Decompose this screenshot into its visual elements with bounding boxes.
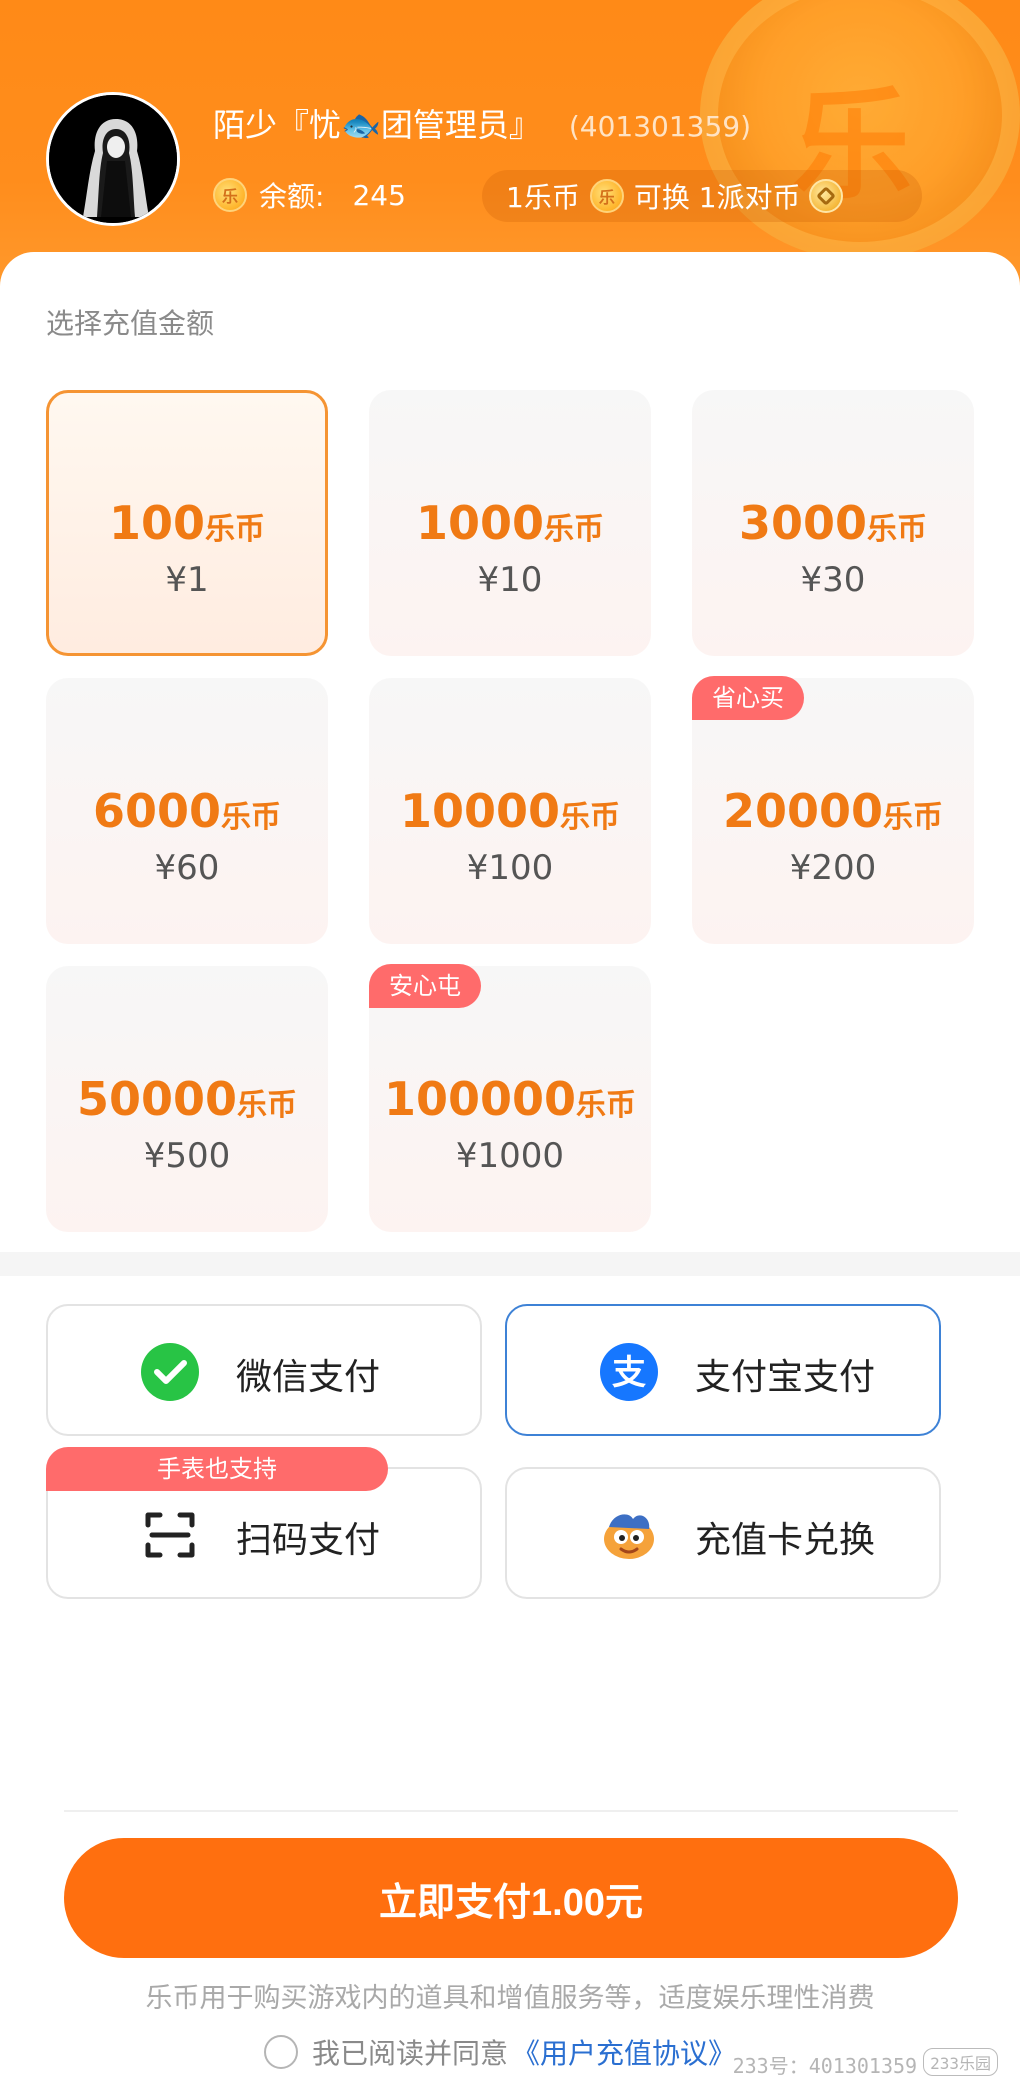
package-unit: 乐币 [576,1088,637,1123]
package-price: ¥30 [800,560,866,600]
pay-method-scan[interactable]: 手表也支持 扫码支付 [46,1447,482,1599]
package-coins: 50000 [76,1072,238,1126]
package-unit: 乐币 [560,800,621,835]
pay-method-label: 微信支付 [236,1357,381,1398]
package-option-1000[interactable]: 1000乐币 ¥10 [369,390,651,656]
package-coins: 6000 [92,784,222,838]
package-coins: 1000 [415,496,545,550]
agreement-row: 我已阅读并同意 《用户充值协议》 [264,2032,736,2072]
balance-value: 245 [352,178,406,212]
avatar[interactable] [46,92,180,226]
package-price: ¥1000 [455,1136,565,1176]
package-unit: 乐币 [237,1088,298,1123]
balance-row: 乐 余额: 245 [213,175,406,215]
package-tag: 安心屯 [369,964,481,1008]
user-recharge-agreement-link[interactable]: 《用户充值协议》 [512,2032,736,2072]
package-coins: 20000 [722,784,884,838]
package-coins: 100 [108,496,206,550]
user-id: (401301359) [568,110,752,143]
exchange-rate-pill: 1乐币 乐 可换 1派对币 [482,170,922,222]
pay-method-alipay[interactable]: 支 支付宝支付 [505,1304,941,1436]
package-unit: 乐币 [883,800,944,835]
wechat-pay-icon [141,1343,199,1401]
package-price: ¥200 [789,848,877,888]
package-tag: 省心买 [692,676,804,720]
rate-from: 1乐币 [506,181,580,214]
agree-text: 我已阅读并同意 [312,2037,509,2070]
pay-method-tag: 手表也支持 [46,1447,388,1491]
package-price: ¥1 [165,560,209,600]
package-option-3000[interactable]: 3000乐币 ¥30 [692,390,974,656]
package-option-100000[interactable]: 安心屯 100000乐币 ¥1000 [369,964,651,1232]
watermark-logo: 233乐园 [923,2048,998,2076]
user-name: 陌少『忧🐟团管理员』 (401301359) [213,100,751,146]
recharge-card-mascot-icon [604,1514,654,1559]
package-unit: 乐币 [221,800,282,835]
package-option-10000[interactable]: 10000乐币 ¥100 [369,678,651,944]
pay-method-label: 扫码支付 [236,1520,381,1561]
package-price: ¥100 [466,848,554,888]
disclaimer-text: 乐币用于购买游戏内的道具和增值服务等，适度娱乐理性消费 [145,1983,875,2014]
rate-text: 可换 1派对币 [633,181,801,214]
package-price: ¥500 [143,1136,231,1176]
package-price: ¥10 [477,560,543,600]
section-title: 选择充值金额 [46,307,215,340]
package-coins: 3000 [738,496,868,550]
package-coins: 100000 [383,1072,577,1126]
user-nickname: 陌少『忧🐟团管理员』 [213,106,541,144]
scan-icon [145,1512,195,1558]
package-option-50000[interactable]: 50000乐币 ¥500 [46,966,328,1232]
package-price: ¥60 [154,848,220,888]
pay-method-label: 充值卡兑换 [695,1520,876,1561]
party-coin-icon [808,179,843,213]
le-coin-icon: 乐 [213,178,247,212]
divider-line [64,1810,958,1812]
package-coins: 10000 [399,784,561,838]
package-unit: 乐币 [867,512,928,547]
pay-method-wechat[interactable]: 微信支付 [46,1304,482,1436]
watermark-text: 233号：401301359 [732,2054,918,2078]
pay-method-recharge-card[interactable]: 充值卡兑换 [505,1467,941,1599]
agree-checkbox[interactable] [264,2035,298,2069]
svg-text:支: 支 [612,1353,646,1393]
alipay-icon: 支 [600,1343,658,1401]
le-coin-icon: 乐 [589,179,624,213]
balance-label: 余额: [259,180,325,213]
section-divider [0,1252,1020,1276]
package-option-20000[interactable]: 省心买 20000乐币 ¥200 [692,676,974,944]
package-unit: 乐币 [544,512,605,547]
watermark: 233号：401301359 233乐园 [733,2048,998,2079]
package-unit: 乐币 [205,512,266,547]
package-option-100[interactable]: 100乐币 ¥1 [46,390,328,656]
pay-now-button[interactable]: 立即支付1.00元 [64,1838,958,1958]
pay-method-label: 支付宝支付 [695,1357,876,1398]
package-option-6000[interactable]: 6000乐币 ¥60 [46,678,328,944]
